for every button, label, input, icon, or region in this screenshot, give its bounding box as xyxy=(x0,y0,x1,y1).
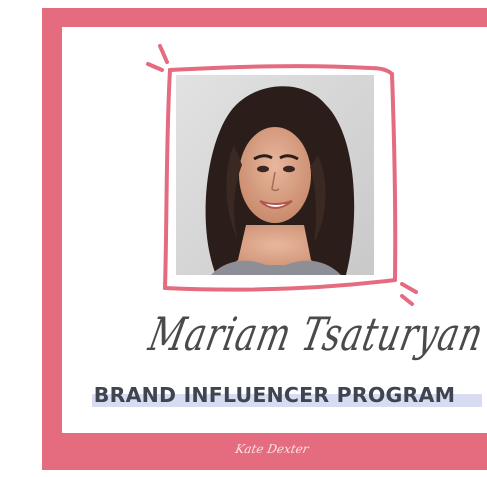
portrait-photo xyxy=(176,75,374,275)
portrait-illustration xyxy=(176,75,374,275)
program-headline: BRAND INFLUENCER PROGRAM xyxy=(93,383,456,407)
name-signature: Mariam Tsaturyan xyxy=(144,308,487,362)
footer-signature: Kate Dexter xyxy=(234,442,310,456)
influencer-card: Mariam Tsaturyan BRAND INFLUENCER PROGRA… xyxy=(0,0,487,477)
